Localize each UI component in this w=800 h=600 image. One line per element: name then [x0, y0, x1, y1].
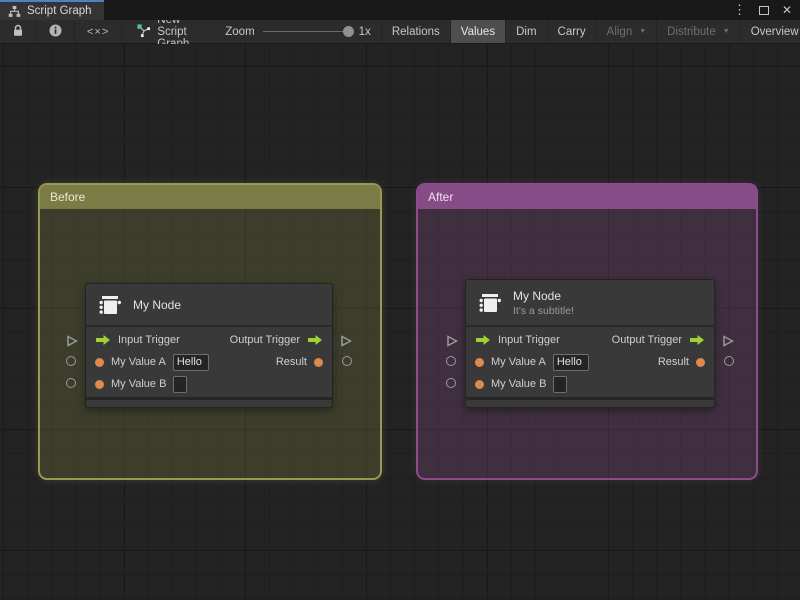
- maximize-icon[interactable]: [758, 5, 769, 15]
- value-input-port-icon[interactable]: [95, 379, 104, 389]
- value-output-port-icon[interactable]: [314, 357, 323, 367]
- port-row-triggers: Input Trigger Output Trigger: [86, 329, 332, 351]
- script-graph-asset-icon: [136, 23, 151, 41]
- window-menu-icon[interactable]: ⋮: [733, 2, 746, 18]
- close-icon[interactable]: ✕: [782, 3, 792, 17]
- node-footer: [86, 397, 332, 407]
- window-controls: ⋮ ✕: [733, 0, 792, 20]
- group-before-title: Before: [50, 190, 86, 204]
- value-input-port-icon[interactable]: [95, 357, 104, 367]
- group-after-header[interactable]: After: [418, 185, 756, 209]
- zoom-control: Zoom 1x: [199, 20, 381, 43]
- lock-button[interactable]: [0, 20, 37, 43]
- toolbar-toggles: Relations Values Dim Carry Align ▼ Distr…: [380, 20, 800, 43]
- control-input-port-icon[interactable]: [475, 334, 491, 346]
- tab-title: Script Graph: [27, 5, 92, 17]
- zoom-slider-handle[interactable]: [342, 26, 354, 37]
- promise-control-port[interactable]: [446, 334, 459, 347]
- hierarchy-graph-icon: [8, 5, 21, 18]
- relations-button[interactable]: Relations: [380, 20, 450, 43]
- tab-script-graph[interactable]: Script Graph: [0, 0, 104, 20]
- port-row-value-a: My Value A Result: [466, 351, 714, 373]
- value-output-port-icon[interactable]: [696, 357, 705, 367]
- unit-node-icon: [477, 290, 503, 316]
- node-after[interactable]: My Node It's a subtitle! Input Trigger O…: [446, 279, 735, 408]
- node-after-ports: Input Trigger Output Trigger My Value A …: [446, 327, 735, 397]
- control-input-port-icon[interactable]: [95, 334, 111, 346]
- group-after-title: After: [428, 190, 454, 204]
- value-input-port-icon[interactable]: [475, 379, 484, 389]
- info-icon: [49, 24, 62, 40]
- value-input-port-icon[interactable]: [475, 357, 484, 367]
- promise-control-port[interactable]: [722, 334, 735, 347]
- value-b-field[interactable]: [553, 375, 568, 393]
- control-output-port-icon[interactable]: [689, 334, 705, 346]
- node-footer: [466, 397, 714, 407]
- lock-icon: [12, 24, 24, 40]
- promise-control-port[interactable]: [340, 334, 353, 347]
- unit-node-icon: [97, 292, 123, 318]
- promise-value-port[interactable]: [342, 356, 352, 366]
- code-icon: <×>: [87, 25, 110, 38]
- overview-button[interactable]: Overview: [739, 20, 800, 43]
- port-row-triggers: Input Trigger Output Trigger: [466, 329, 714, 351]
- dim-button[interactable]: Dim: [505, 20, 546, 43]
- value-a-field[interactable]: [552, 353, 589, 371]
- values-button[interactable]: Values: [449, 20, 506, 43]
- control-output-port-icon[interactable]: [307, 334, 323, 346]
- graph-toolbar: <×> New Script Graph Zoom 1x Relations V…: [0, 14, 800, 50]
- promise-value-port[interactable]: [66, 356, 76, 366]
- group-before-header[interactable]: Before: [40, 185, 380, 209]
- tab-bar: Script Graph ⋮ ✕: [0, 0, 800, 20]
- node-before[interactable]: My Node Input Trigger Output Trigger My …: [66, 283, 353, 408]
- code-preview-button[interactable]: <×>: [75, 20, 123, 43]
- value-a-field[interactable]: [172, 353, 209, 371]
- zoom-value: 1x: [358, 25, 371, 38]
- node-title: My Node: [513, 288, 562, 303]
- port-row-value-a: My Value A Result: [86, 351, 332, 373]
- carry-button[interactable]: Carry: [546, 20, 596, 43]
- zoom-label: Zoom: [225, 25, 255, 38]
- graph-canvas[interactable]: Before After My Node Input Trigger Outpu…: [0, 44, 800, 600]
- promise-value-port[interactable]: [66, 378, 76, 388]
- promise-value-port[interactable]: [724, 356, 734, 366]
- chevron-down-icon: ▼: [722, 28, 730, 35]
- node-after-header[interactable]: My Node It's a subtitle!: [466, 280, 714, 327]
- node-title: My Node: [133, 297, 182, 312]
- distribute-dropdown[interactable]: Distribute ▼: [656, 20, 740, 43]
- chevron-down-icon: ▼: [639, 28, 647, 35]
- align-dropdown[interactable]: Align ▼: [595, 20, 657, 43]
- info-button[interactable]: [37, 20, 75, 43]
- node-before-header[interactable]: My Node: [86, 284, 332, 327]
- port-row-value-b: My Value B: [466, 373, 714, 395]
- node-subtitle: It's a subtitle!: [513, 304, 574, 317]
- promise-control-port[interactable]: [66, 334, 79, 347]
- promise-value-port[interactable]: [446, 378, 456, 388]
- node-before-ports: Input Trigger Output Trigger My Value A …: [66, 327, 353, 397]
- graph-name: New Script Graph: [122, 14, 199, 50]
- port-row-value-b: My Value B: [86, 373, 332, 395]
- value-b-field[interactable]: [173, 375, 188, 393]
- promise-value-port[interactable]: [446, 356, 456, 366]
- zoom-slider[interactable]: [262, 26, 354, 37]
